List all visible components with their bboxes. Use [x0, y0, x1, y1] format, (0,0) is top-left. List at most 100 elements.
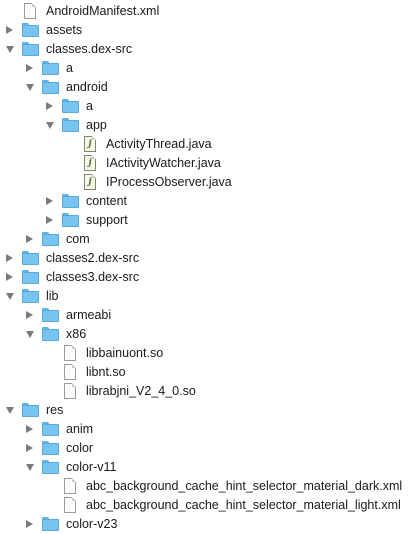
tree-item-label: librabjni_V2_4_0.so [86, 384, 196, 398]
folder-icon [62, 118, 79, 133]
tree-folder-row-anim[interactable]: anim [0, 420, 408, 439]
tree-item-label: com [66, 232, 90, 246]
disclosure-triangle-closed-icon[interactable] [26, 444, 33, 452]
tree-item-label: libnt.so [86, 365, 126, 379]
folder-icon [62, 213, 79, 228]
tree-item-label: abc_background_cache_hint_selector_mater… [86, 498, 401, 512]
tree-file-row-libnt-so[interactable]: libnt.so [0, 363, 408, 382]
tree-folder-row-app[interactable]: app [0, 116, 408, 135]
tree-folder-row-classes-dex-src[interactable]: classes.dex-src [0, 40, 408, 59]
tree-folder-row-a[interactable]: a [0, 97, 408, 116]
tree-folder-row-a[interactable]: a [0, 59, 408, 78]
tree-file-row-iactivitywatcher-java[interactable]: j IActivityWatcher.java [0, 154, 408, 173]
tree-item-label: IActivityWatcher.java [106, 156, 221, 170]
tree-file-row-libbainuont-so[interactable]: libbainuont.so [0, 344, 408, 363]
tree-item-label: app [86, 118, 107, 132]
file-tree: AndroidManifest.xml assets classes.dex-src… [0, 0, 408, 533]
disclosure-triangle-open-icon[interactable] [6, 46, 14, 53]
disclosure-triangle-closed-icon[interactable] [6, 273, 13, 281]
tree-folder-row-armeabi[interactable]: armeabi [0, 306, 408, 325]
disclosure-triangle-open-icon[interactable] [26, 84, 34, 91]
tree-item-label: a [86, 99, 93, 113]
tree-file-row-librabjni-v2-4-0-so[interactable]: librabjni_V2_4_0.so [0, 382, 408, 401]
tree-item-label: lib [46, 289, 59, 303]
file-icon [64, 364, 76, 380]
disclosure-triangle-closed-icon[interactable] [46, 197, 53, 205]
file-icon [64, 345, 76, 361]
disclosure-triangle-open-icon[interactable] [6, 407, 14, 414]
folder-icon [42, 517, 59, 532]
tree-item-label: IProcessObserver.java [106, 175, 232, 189]
tree-item-label: abc_background_cache_hint_selector_mater… [86, 479, 403, 493]
file-icon [64, 383, 76, 399]
disclosure-triangle-closed-icon[interactable] [26, 425, 33, 433]
disclosure-triangle-open-icon[interactable] [46, 122, 54, 129]
tree-file-row-activitythread-java[interactable]: j ActivityThread.java [0, 135, 408, 154]
tree-item-label: color [66, 441, 94, 455]
tree-folder-row-assets[interactable]: assets [0, 21, 408, 40]
disclosure-triangle-open-icon[interactable] [26, 331, 34, 338]
folder-icon [22, 23, 39, 38]
tree-file-row-abc-background-cache-hint-selector-material-light-xml[interactable]: abc_background_cache_hint_selector_mater… [0, 496, 408, 515]
folder-icon [22, 251, 39, 266]
folder-icon [42, 80, 59, 95]
tree-folder-row-x86[interactable]: x86 [0, 325, 408, 344]
tree-folder-row-support[interactable]: support [0, 211, 408, 230]
tree-item-label: classes.dex-src [46, 42, 133, 56]
folder-icon [22, 403, 39, 418]
folder-icon [22, 289, 39, 304]
tree-item-label: AndroidManifest.xml [46, 4, 160, 18]
file-icon [64, 478, 76, 494]
tree-folder-row-color-v11[interactable]: color-v11 [0, 458, 408, 477]
tree-file-row-androidmanifest-xml[interactable]: AndroidManifest.xml [0, 2, 408, 21]
tree-item-label: x86 [66, 327, 87, 341]
tree-item-label: a [66, 61, 73, 75]
tree-folder-row-lib[interactable]: lib [0, 287, 408, 306]
tree-item-label: classes2.dex-src [46, 251, 140, 265]
folder-icon [42, 327, 59, 342]
java-file-icon: j [84, 136, 96, 152]
tree-folder-row-color-v23[interactable]: color-v23 [0, 515, 408, 534]
folder-icon [62, 194, 79, 209]
disclosure-triangle-closed-icon[interactable] [26, 520, 33, 528]
disclosure-triangle-open-icon[interactable] [6, 293, 14, 300]
tree-item-label: classes3.dex-src [46, 270, 140, 284]
tree-item-label: armeabi [66, 308, 112, 322]
tree-folder-row-com[interactable]: com [0, 230, 408, 249]
file-icon [24, 3, 36, 19]
tree-folder-row-classes3-dex-src[interactable]: classes3.dex-src [0, 268, 408, 287]
tree-item-label: content [86, 194, 128, 208]
disclosure-triangle-open-icon[interactable] [26, 464, 34, 471]
tree-folder-row-res[interactable]: res [0, 401, 408, 420]
disclosure-triangle-closed-icon[interactable] [46, 216, 53, 224]
folder-icon [42, 460, 59, 475]
tree-item-label: android [66, 80, 108, 94]
disclosure-triangle-closed-icon[interactable] [6, 26, 13, 34]
java-file-icon: j [84, 174, 96, 190]
tree-file-row-abc-background-cache-hint-selector-material-dark-xml[interactable]: abc_background_cache_hint_selector_mater… [0, 477, 408, 496]
tree-item-label: ActivityThread.java [106, 137, 212, 151]
tree-folder-row-classes2-dex-src[interactable]: classes2.dex-src [0, 249, 408, 268]
disclosure-triangle-closed-icon[interactable] [26, 64, 33, 72]
file-icon [64, 497, 76, 513]
folder-icon [62, 99, 79, 114]
tree-item-label: res [46, 403, 64, 417]
disclosure-triangle-closed-icon[interactable] [6, 254, 13, 262]
folder-icon [42, 232, 59, 247]
tree-folder-row-color[interactable]: color [0, 439, 408, 458]
tree-file-row-iprocessobserver-java[interactable]: j IProcessObserver.java [0, 173, 408, 192]
disclosure-triangle-closed-icon[interactable] [26, 311, 33, 319]
tree-folder-row-android[interactable]: android [0, 78, 408, 97]
folder-icon [22, 42, 39, 57]
folder-icon [22, 270, 39, 285]
tree-item-label: support [86, 213, 128, 227]
tree-item-label: libbainuont.so [86, 346, 164, 360]
folder-icon [42, 422, 59, 437]
disclosure-triangle-closed-icon[interactable] [46, 102, 53, 110]
tree-folder-row-content[interactable]: content [0, 192, 408, 211]
folder-icon [42, 308, 59, 323]
tree-item-label: color-v11 [66, 460, 117, 474]
disclosure-triangle-closed-icon[interactable] [26, 235, 33, 243]
tree-item-label: anim [66, 422, 94, 436]
folder-icon [42, 61, 59, 76]
